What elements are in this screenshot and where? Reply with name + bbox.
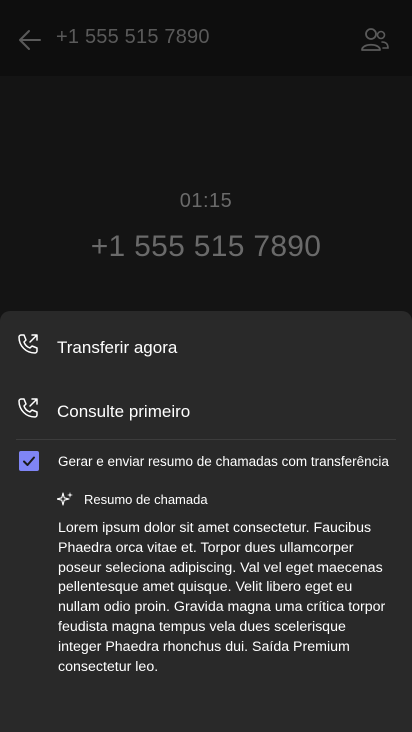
page-title: +1 555 515 7890 xyxy=(56,26,210,48)
sparkle-icon xyxy=(57,492,73,506)
people-icon xyxy=(361,28,389,51)
summary-title: Resumo de chamada xyxy=(84,492,208,507)
divider xyxy=(16,439,396,440)
consult-first-option[interactable]: Consulte primeiro xyxy=(0,380,412,436)
transfer-now-option[interactable]: Transferir agora xyxy=(0,316,412,372)
checkmark-icon xyxy=(23,456,35,466)
summary-checkbox[interactable] xyxy=(19,451,39,471)
back-button[interactable] xyxy=(14,24,46,56)
call-number: +1 555 515 7890 xyxy=(90,230,322,263)
phone-transfer-icon xyxy=(18,398,38,418)
consult-first-label: Consulte primeiro xyxy=(57,402,191,421)
call-timer: 01:15 xyxy=(179,190,233,212)
transfer-sheet: Transferir agora Consulte primeiro Gerar… xyxy=(0,311,412,732)
participants-button[interactable] xyxy=(360,26,390,54)
top-bar: +1 555 515 7890 xyxy=(0,0,412,76)
transfer-now-label: Transferir agora xyxy=(57,338,178,357)
arrow-left-icon xyxy=(19,30,41,50)
summary-checkbox-label[interactable]: Gerar e enviar resumo de chamadas com tr… xyxy=(58,454,389,469)
summary-text: Lorem ipsum dolor sit amet consectetur. … xyxy=(58,520,386,675)
phone-transfer-icon xyxy=(18,334,38,354)
